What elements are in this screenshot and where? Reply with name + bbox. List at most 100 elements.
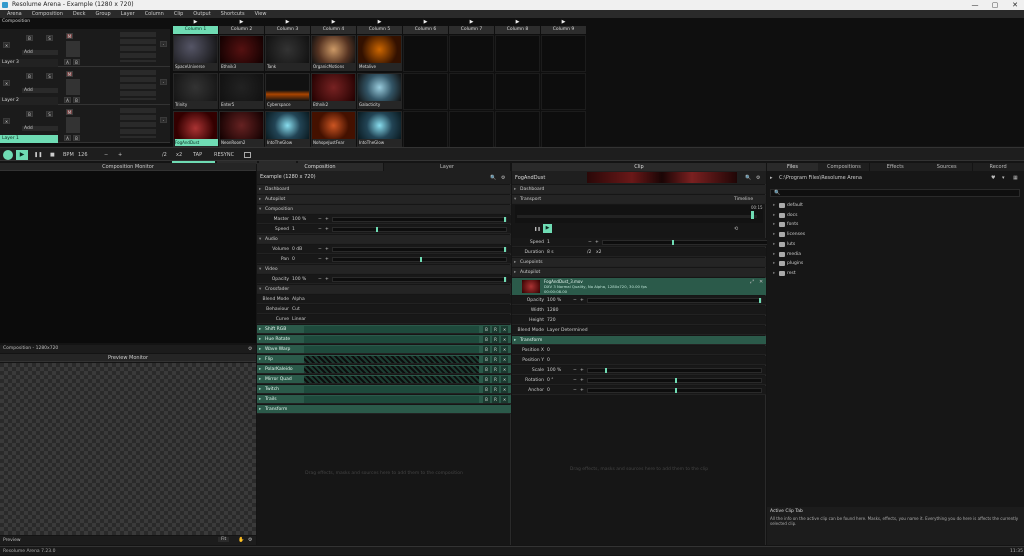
preview-fit-select[interactable]: Fit <box>218 537 230 542</box>
clip-slot[interactable]: Ethnik3 <box>219 35 264 71</box>
effect-x-button[interactable]: ✕ <box>501 386 508 393</box>
clip-slot[interactable]: Cyberspace <box>265 73 310 109</box>
preview-hand-icon[interactable]: ✋ <box>238 537 244 543</box>
effect-row[interactable]: PolarKaleido BR✕ <box>257 365 511 374</box>
param-master-slider-handle[interactable] <box>504 217 507 222</box>
effect-b-button[interactable]: B <box>483 396 490 403</box>
timeline-playhead[interactable] <box>751 211 754 219</box>
layer-side-button[interactable]: - <box>160 117 167 123</box>
section-composition[interactable]: Composition <box>257 205 511 214</box>
clip-slot[interactable]: IntoTheGlow <box>265 111 310 147</box>
chevron-right-icon[interactable]: ▸ <box>773 211 775 220</box>
effect-b-button[interactable]: B <box>483 366 490 373</box>
lock-icon[interactable] <box>244 152 251 158</box>
layer-side-button[interactable]: - <box>160 79 167 85</box>
bpm-mul-button[interactable]: x2 <box>176 151 182 159</box>
column-trigger-icon[interactable]: ▶ <box>311 19 356 25</box>
layer-b-button[interactable]: B <box>73 59 80 65</box>
effect-x-button[interactable]: ✕ <box>501 366 508 373</box>
layer-blend-select[interactable]: Add <box>22 50 58 55</box>
layer-name[interactable]: Layer 1 <box>0 135 58 143</box>
clip-slot[interactable]: NohopeJustFear <box>311 111 356 147</box>
chevron-right-icon[interactable]: ▸ <box>773 230 775 239</box>
empty-clip-slot[interactable] <box>449 73 494 110</box>
chevron-right-icon[interactable]: ▸ <box>773 259 775 268</box>
effect-b-button[interactable]: B <box>483 386 490 393</box>
composition-settings-icon[interactable]: ⚙ <box>501 175 505 181</box>
section-audio[interactable]: Audio <box>257 235 511 244</box>
param-opacity-minus[interactable]: − <box>318 275 322 284</box>
clip-search-icon[interactable]: 🔍 <box>745 175 751 181</box>
effect-b-button[interactable]: B <box>483 326 490 333</box>
column-trigger-icon[interactable]: ▶ <box>357 19 402 25</box>
layer-b-button[interactable]: B <box>73 97 80 103</box>
preview-monitor-view[interactable] <box>0 363 256 535</box>
effect-b-button[interactable]: B <box>483 346 490 353</box>
clip-slot[interactable]: OrganicMotions <box>311 35 356 71</box>
clip-param-speed-minus[interactable]: − <box>588 238 592 247</box>
column-trigger-icon[interactable]: ▶ <box>449 19 494 25</box>
files-tab-effects[interactable]: Effects <box>869 163 921 171</box>
empty-clip-slot[interactable] <box>449 111 494 148</box>
folder-up-icon[interactable]: ▸ <box>770 175 773 181</box>
param-curve-value[interactable]: Linear <box>292 315 306 324</box>
layer-a-button[interactable]: A <box>64 59 71 65</box>
param-speed-plus[interactable]: + <box>325 225 329 234</box>
column-trigger-icon[interactable]: ▶ <box>495 19 540 25</box>
effect-row[interactable]: Trails BR✕ <box>257 395 511 404</box>
layer-clear-button[interactable]: ✕ <box>3 80 10 86</box>
param-master-plus[interactable]: + <box>325 215 329 224</box>
menu-composition[interactable]: Composition <box>27 10 68 18</box>
files-tab-compositions[interactable]: Compositions <box>818 163 870 171</box>
bpm-value[interactable]: 126 <box>78 151 88 159</box>
effect-bar[interactable] <box>304 346 479 353</box>
empty-clip-slot[interactable] <box>495 73 540 110</box>
param-opacity-value[interactable]: 100 % <box>292 275 306 284</box>
bpm-plus-button[interactable]: + <box>118 151 122 159</box>
clip-slot[interactable]: Enter5 <box>219 73 264 109</box>
clip-param-rotation-minus[interactable]: − <box>573 376 577 385</box>
clip-slot[interactable]: Tank <box>265 35 310 71</box>
effect-bar[interactable] <box>304 386 479 393</box>
param-volume-minus[interactable]: − <box>318 245 322 254</box>
param-speed-slider[interactable] <box>332 227 507 232</box>
column-header-8[interactable]: Column 8 <box>495 26 540 34</box>
effect-r-button[interactable]: R <box>492 346 499 353</box>
param-master-minus[interactable]: − <box>318 215 322 224</box>
param-volume-slider-handle[interactable] <box>504 247 507 252</box>
clip-param-speed-value[interactable]: 1 <box>547 238 550 247</box>
folder-item[interactable]: ▸ docs <box>773 211 797 220</box>
duration-mul-button[interactable]: x2 <box>596 248 602 257</box>
param-blend-mode-value[interactable]: Alpha <box>292 295 305 304</box>
folder-item[interactable]: ▸ rest <box>773 269 796 278</box>
clip-param-opacity-minus[interactable]: − <box>573 296 577 305</box>
timeline-track[interactable] <box>517 215 757 218</box>
menu-arena[interactable]: Arena <box>2 10 27 18</box>
effect-b-button[interactable]: B <box>483 376 490 383</box>
param-volume-slider[interactable] <box>332 247 507 252</box>
clip-param-anchor-plus[interactable]: + <box>580 386 584 395</box>
effect-x-button[interactable]: ✕ <box>501 376 508 383</box>
clip-param-scale-plus[interactable]: + <box>580 366 584 375</box>
layer-solo-button[interactable]: S <box>46 35 53 41</box>
clip-param-speed-slider[interactable] <box>602 240 777 245</box>
clip-loop-icon[interactable]: ⟲ <box>734 226 738 232</box>
menu-layer[interactable]: Layer <box>116 10 140 18</box>
effect-row[interactable]: Wave Warp BR✕ <box>257 345 511 354</box>
tab-composition[interactable]: Composition <box>257 163 383 171</box>
clip-slot[interactable]: NeonRoom2 <box>219 111 264 147</box>
column-trigger-icon[interactable]: ▶ <box>265 19 310 25</box>
column-header-4[interactable]: Column 4 <box>311 26 356 34</box>
effect-r-button[interactable]: R <box>492 336 499 343</box>
tab-clip[interactable]: Clip <box>512 163 766 171</box>
files-tab-record[interactable]: Record <box>972 163 1024 171</box>
clip-param-scale-slider-handle[interactable] <box>605 368 608 373</box>
effect-row[interactable]: Twitch BR✕ <box>257 385 511 394</box>
menu-output[interactable]: Output <box>188 10 215 18</box>
layer-m-button[interactable]: M <box>66 33 73 39</box>
clip-param-opacity-slider[interactable] <box>587 298 762 303</box>
menu-clip[interactable]: Clip <box>169 10 188 18</box>
effect-x-button[interactable]: ✕ <box>501 346 508 353</box>
empty-clip-slot[interactable] <box>541 111 586 148</box>
effect-x-button[interactable]: ✕ <box>501 396 508 403</box>
